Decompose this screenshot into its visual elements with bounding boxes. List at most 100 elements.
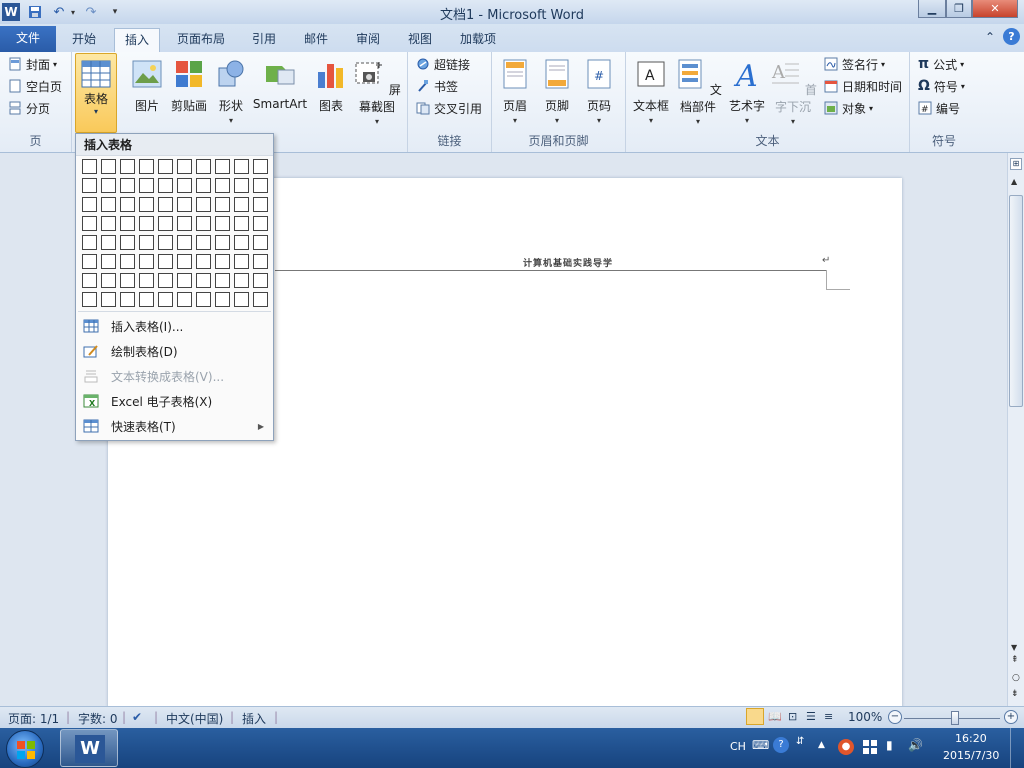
symbol-button[interactable]: Ω 符号 ▾ (918, 76, 965, 96)
start-button[interactable] (6, 730, 44, 768)
menu-convert-text-to-table[interactable]: 文本转换成表格(V)... (77, 364, 272, 388)
bookmark-button[interactable]: 书签 (416, 76, 458, 96)
table-grid-cell[interactable] (215, 197, 230, 212)
page-break-button[interactable]: 分页 (8, 98, 50, 118)
table-grid-cell[interactable] (139, 159, 154, 174)
table-grid-cell[interactable] (215, 273, 230, 288)
scroll-thumb[interactable] (1009, 195, 1023, 407)
menu-insert-table[interactable]: 插入表格(I)... (77, 314, 272, 338)
table-grid-cell[interactable] (253, 197, 268, 212)
proofing-icon[interactable]: ✔ (132, 710, 142, 724)
table-size-grid[interactable] (82, 159, 268, 307)
menu-draw-table[interactable]: 绘制表格(D) (77, 339, 272, 363)
zoom-level[interactable]: 100% (848, 710, 882, 724)
table-grid-cell[interactable] (120, 159, 135, 174)
table-grid-cell[interactable] (177, 178, 192, 193)
cover-page-button[interactable]: 封面 ▾ (8, 54, 57, 74)
insert-mode[interactable]: 插入 (242, 710, 266, 727)
close-button[interactable]: ✕ (972, 0, 1018, 18)
table-grid-cell[interactable] (234, 197, 249, 212)
picture-button[interactable]: 图片 (124, 54, 170, 130)
table-grid-cell[interactable] (158, 273, 173, 288)
blank-page-button[interactable]: 空白页 (8, 76, 62, 96)
table-grid-cell[interactable] (82, 216, 97, 231)
table-grid-cell[interactable] (234, 254, 249, 269)
quick-parts-button[interactable]: 文档部件 ▾ (674, 54, 722, 130)
table-grid-cell[interactable] (139, 197, 154, 212)
table-grid-cell[interactable] (101, 197, 116, 212)
table-grid-cell[interactable] (101, 216, 116, 231)
help-icon[interactable]: ? (1003, 28, 1020, 45)
table-grid-cell[interactable] (101, 292, 116, 307)
table-grid-cell[interactable] (253, 254, 268, 269)
show-desktop-button[interactable] (1010, 728, 1024, 768)
shapes-button[interactable]: 形状 ▾ (208, 54, 254, 130)
network-icon[interactable]: ▮ (886, 738, 893, 752)
table-grid-cell[interactable] (82, 292, 97, 307)
table-grid-cell[interactable] (196, 216, 211, 231)
table-grid-cell[interactable] (234, 216, 249, 231)
table-grid-cell[interactable] (82, 273, 97, 288)
tab-review[interactable]: 审阅 (346, 28, 390, 52)
scroll-down-arrow[interactable]: ▼ (1011, 643, 1017, 652)
table-grid-cell[interactable] (82, 159, 97, 174)
table-grid-cell[interactable] (196, 178, 211, 193)
table-grid-cell[interactable] (253, 292, 268, 307)
table-grid-cell[interactable] (82, 235, 97, 250)
page-number-button[interactable]: # 页码 ▾ (576, 54, 622, 130)
table-grid-cell[interactable] (177, 273, 192, 288)
object-button[interactable]: 对象 ▾ (824, 98, 873, 118)
date-time-button[interactable]: 日期和时间 (824, 76, 902, 96)
wordart-button[interactable]: A 艺术字 ▾ (724, 54, 770, 130)
table-grid-cell[interactable] (196, 292, 211, 307)
tab-view[interactable]: 视图 (398, 28, 442, 52)
tab-mailings[interactable]: 邮件 (294, 28, 338, 52)
table-grid-cell[interactable] (215, 235, 230, 250)
show-hidden-icons[interactable]: ▲ (818, 740, 825, 750)
next-page-icon[interactable]: ⇟ (1011, 689, 1019, 699)
vertical-scrollbar[interactable]: ⊞ ▲ ▼ ⇞ ○ ⇟ (1007, 153, 1024, 706)
table-grid-cell[interactable] (158, 254, 173, 269)
print-layout-view-icon[interactable] (746, 708, 764, 725)
clock-time[interactable]: 16:20 (955, 732, 987, 745)
signature-line-button[interactable]: 签名行 ▾ (824, 54, 885, 74)
table-grid-cell[interactable] (120, 292, 135, 307)
taskbar-word-button[interactable]: W (60, 729, 118, 767)
scroll-up-arrow[interactable]: ▲ (1011, 177, 1017, 186)
table-grid-cell[interactable] (253, 178, 268, 193)
table-grid-cell[interactable] (196, 254, 211, 269)
menu-excel-spreadsheet[interactable]: X Excel 电子表格(X) (77, 389, 272, 413)
table-grid-cell[interactable] (139, 292, 154, 307)
page-count[interactable]: 页面: 1/1 (8, 710, 59, 727)
table-grid-cell[interactable] (120, 178, 135, 193)
table-grid-cell[interactable] (158, 235, 173, 250)
table-grid-cell[interactable] (82, 197, 97, 212)
table-grid-cell[interactable] (82, 254, 97, 269)
table-grid-cell[interactable] (101, 159, 116, 174)
table-grid-cell[interactable] (139, 273, 154, 288)
full-screen-reading-icon[interactable]: 📖 (768, 710, 782, 723)
table-grid-cell[interactable] (177, 235, 192, 250)
cross-reference-button[interactable]: 交叉引用 (416, 98, 482, 118)
table-grid-cell[interactable] (215, 254, 230, 269)
textbox-button[interactable]: A 文本框 ▾ (628, 54, 674, 130)
tab-home[interactable]: 开始 (62, 28, 106, 52)
table-grid-cell[interactable] (253, 235, 268, 250)
header-button[interactable]: 页眉 ▾ (492, 54, 538, 130)
table-grid-cell[interactable] (120, 254, 135, 269)
table-grid-cell[interactable] (177, 254, 192, 269)
clipart-button[interactable]: 剪贴画 (166, 54, 212, 130)
table-grid-cell[interactable] (196, 159, 211, 174)
table-grid-cell[interactable] (215, 178, 230, 193)
tab-insert[interactable]: 插入 (114, 28, 161, 52)
table-grid-cell[interactable] (139, 235, 154, 250)
table-grid-cell[interactable] (101, 254, 116, 269)
table-grid-cell[interactable] (253, 159, 268, 174)
keyboard-icon[interactable]: ⌨ (752, 738, 769, 752)
table-grid-cell[interactable] (101, 235, 116, 250)
table-grid-cell[interactable] (234, 292, 249, 307)
tab-addins[interactable]: 加载项 (450, 28, 506, 52)
numbering-button[interactable]: # 编号 (918, 98, 960, 118)
antivirus-tray-icon[interactable]: ● (838, 739, 854, 755)
action-center-icon[interactable] (862, 739, 878, 755)
